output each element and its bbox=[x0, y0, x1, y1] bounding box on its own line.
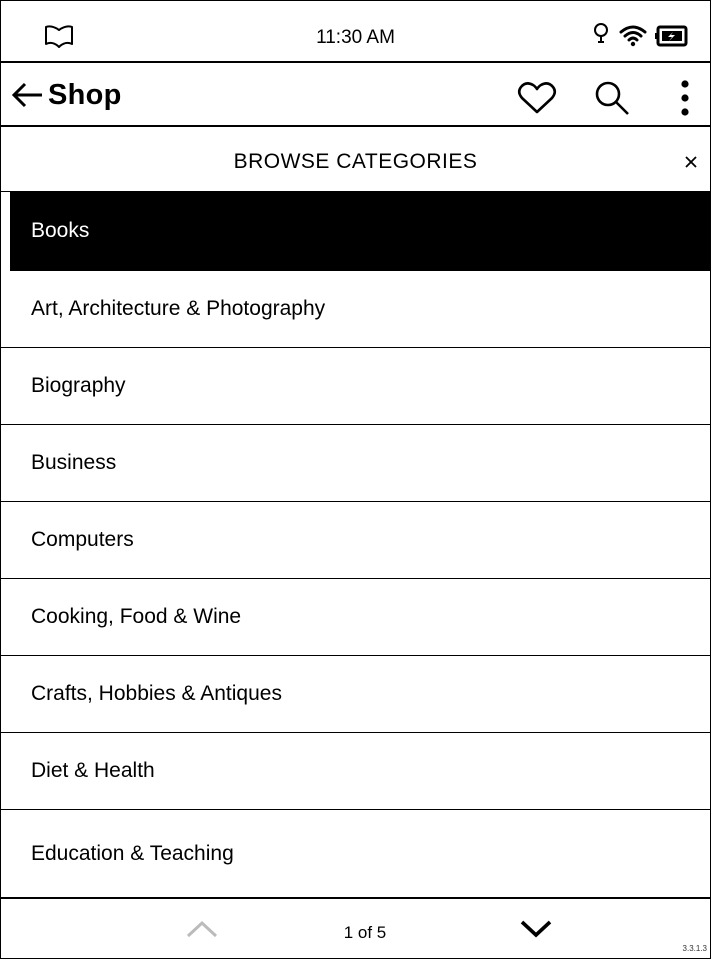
browse-title: BROWSE CATEGORIES bbox=[233, 150, 478, 173]
back-arrow-icon bbox=[11, 82, 42, 108]
close-icon[interactable] bbox=[681, 152, 701, 172]
category-item[interactable]: Art, Architecture & Photography bbox=[0, 271, 711, 348]
pagination-footer: 1 of 5 3.3.1.3 bbox=[0, 897, 711, 959]
app-header: Shop bbox=[0, 63, 711, 127]
category-item[interactable]: Computers bbox=[0, 502, 711, 579]
category-item[interactable]: Diet & Health bbox=[0, 733, 711, 810]
page-indicator: 1 of 5 bbox=[343, 923, 387, 942]
battery-icon bbox=[655, 25, 688, 47]
chevron-down-icon[interactable] bbox=[519, 919, 553, 939]
back-button[interactable]: Shop bbox=[10, 77, 122, 113]
category-item[interactable]: Crafts, Hobbies & Antiques bbox=[0, 656, 711, 733]
category-section-header[interactable]: Books bbox=[10, 192, 711, 271]
status-bar: 11:30 AM bbox=[0, 0, 711, 63]
wifi-icon[interactable] bbox=[619, 23, 647, 47]
category-list: Books Art, Architecture & Photography Bi… bbox=[0, 192, 711, 898]
category-item[interactable]: Cooking, Food & Wine bbox=[0, 579, 711, 656]
version-label: 3.3.1.3 bbox=[682, 944, 707, 953]
category-item[interactable]: Biography bbox=[0, 348, 711, 425]
browse-categories-bar: BROWSE CATEGORIES bbox=[0, 127, 711, 192]
heart-icon[interactable] bbox=[517, 81, 557, 115]
light-icon[interactable] bbox=[593, 22, 609, 48]
more-vertical-icon[interactable] bbox=[676, 79, 694, 117]
page-title: Shop bbox=[48, 78, 122, 111]
category-item[interactable]: Education & Teaching bbox=[0, 810, 711, 898]
search-icon[interactable] bbox=[592, 80, 632, 116]
chevron-up-icon[interactable] bbox=[185, 919, 219, 939]
category-item[interactable]: Business bbox=[0, 425, 711, 502]
